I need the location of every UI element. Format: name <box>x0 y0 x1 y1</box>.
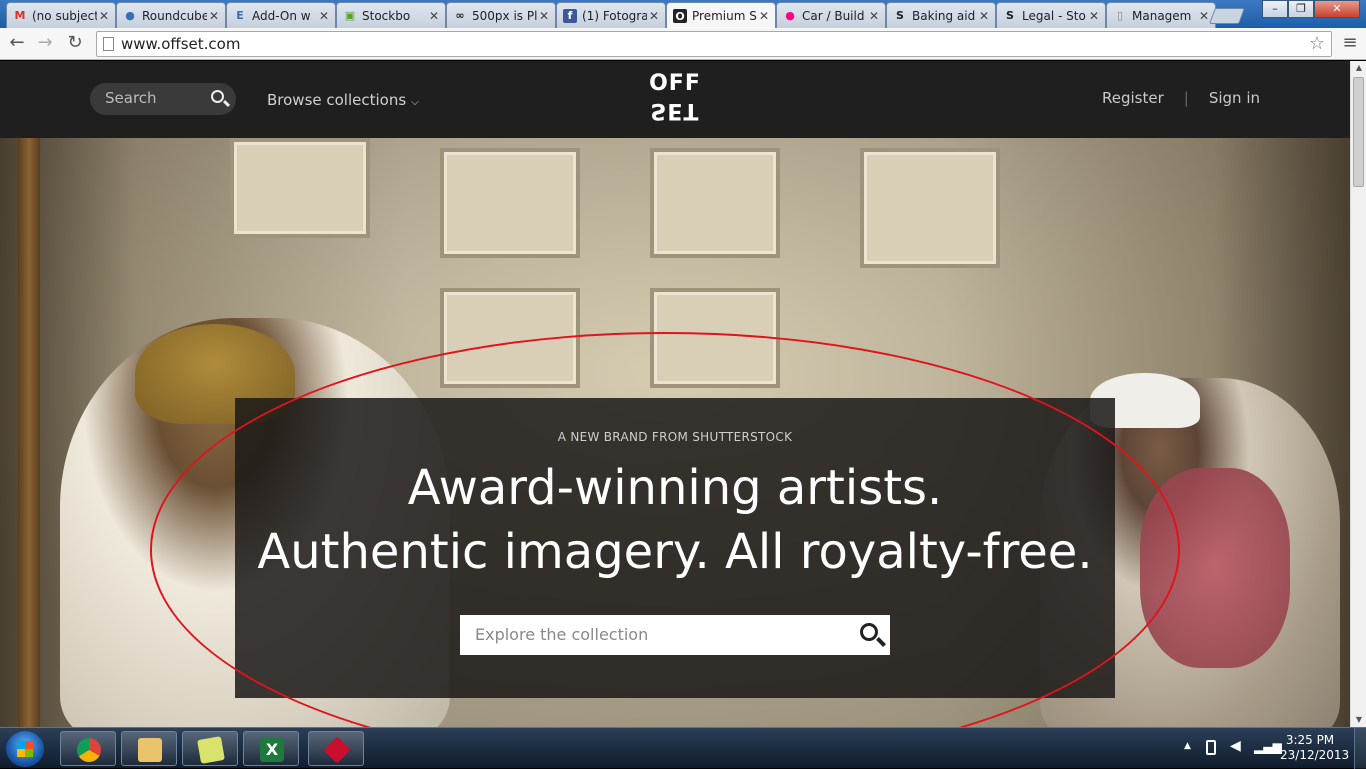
show-desktop-button[interactable] <box>1354 728 1366 769</box>
close-icon[interactable]: ✕ <box>647 9 661 23</box>
offset-logo[interactable]: OFF SET <box>644 71 706 125</box>
header-links: Register | Sign in <box>1102 89 1260 107</box>
door-panel <box>650 148 780 258</box>
volume-icon[interactable]: ◀ <box>1230 738 1241 754</box>
start-button[interactable] <box>6 731 44 767</box>
windows-taskbar: X ▲ ◀ ▂▄▆ 3:25 PM 23/12/2013 <box>0 727 1366 769</box>
close-icon[interactable]: ✕ <box>1197 9 1211 23</box>
sign-in-link[interactable]: Sign in <box>1209 89 1260 107</box>
network-icon[interactable]: ▂▄▆ <box>1254 740 1282 754</box>
close-icon[interactable]: ✕ <box>977 9 991 23</box>
bookmark-star-icon[interactable]: ☆ <box>1309 32 1325 56</box>
browse-collections-menu[interactable]: Browse collections ⌵ <box>267 91 419 109</box>
tab-10[interactable]: ▯ Managem ✕ <box>1106 2 1216 28</box>
logo-bottom: SET <box>650 98 700 123</box>
power-icon[interactable] <box>1206 740 1216 755</box>
browse-collections-label: Browse collections <box>267 91 407 109</box>
tab-3[interactable]: ▣ Stockbo ✕ <box>336 2 446 28</box>
tab-6-active[interactable]: O Premium S ✕ <box>666 2 776 29</box>
notes-taskbar-button[interactable] <box>182 731 238 766</box>
shutterstock-icon: S <box>896 9 904 22</box>
maximize-button[interactable]: ❐ <box>1288 0 1314 18</box>
app-taskbar-button[interactable] <box>308 731 364 766</box>
clock-date: 23/12/2013 <box>1280 748 1350 762</box>
search-icon[interactable] <box>211 90 224 103</box>
url-text: www.offset.com <box>121 35 241 53</box>
tab-1[interactable]: ● Roundcube ✕ <box>116 2 226 28</box>
chrome-taskbar-button[interactable] <box>60 731 116 766</box>
header-separator: | <box>1183 89 1189 107</box>
system-clock[interactable]: 3:25 PM 23/12/2013 <box>1280 733 1350 763</box>
browser-toolbar: ← → ↻ www.offset.com ☆ ≡ <box>0 28 1366 60</box>
reload-icon[interactable]: ↻ <box>64 33 86 55</box>
minimize-button[interactable]: – <box>1262 0 1288 18</box>
window-controls: – ❐ ✕ <box>1262 0 1360 18</box>
tab-4[interactable]: ∞ 500px is Pl ✕ <box>446 2 556 28</box>
close-icon[interactable]: ✕ <box>317 9 331 23</box>
close-icon[interactable]: ✕ <box>537 9 551 23</box>
scroll-down-icon[interactable]: ▼ <box>1351 713 1366 727</box>
site-search-input[interactable]: Search <box>90 83 236 115</box>
flickr-icon: ● <box>785 9 795 22</box>
gmail-icon: M <box>14 9 26 22</box>
close-icon[interactable]: ✕ <box>757 9 771 23</box>
new-tab-button[interactable] <box>1209 8 1245 24</box>
hero-photo: A NEW BRAND FROM SHUTTERSTOCK Award-winn… <box>0 138 1350 727</box>
page-icon: ▯ <box>1116 9 1124 22</box>
back-icon[interactable]: ← <box>6 33 28 55</box>
tab-5[interactable]: f (1) Fotogra ✕ <box>556 2 666 28</box>
tab-strip: M (no subject) ✕ ● Roundcube ✕ E Add-On w ✕ ▣ S… <box>0 0 1366 29</box>
close-icon[interactable]: ✕ <box>207 9 221 23</box>
500px-icon: ∞ <box>455 9 465 22</box>
chrome-icon <box>77 738 101 762</box>
close-icon[interactable]: ✕ <box>97 9 111 23</box>
scroll-up-icon[interactable]: ▲ <box>1351 61 1366 75</box>
tab-0[interactable]: M (no subject) ✕ <box>6 2 116 28</box>
close-icon[interactable]: ✕ <box>1087 9 1101 23</box>
close-icon[interactable]: ✕ <box>427 9 441 23</box>
clock-time: 3:25 PM <box>1285 733 1335 747</box>
site-search-placeholder: Search <box>105 89 157 107</box>
excel-taskbar-button[interactable]: X <box>243 731 299 766</box>
tab-2[interactable]: E Add-On w ✕ <box>226 2 336 28</box>
tray-overflow-icon[interactable]: ▲ <box>1184 741 1191 751</box>
browser-window: M (no subject) ✕ ● Roundcube ✕ E Add-On w ✕ ▣ S… <box>0 0 1366 769</box>
page-icon <box>103 37 114 51</box>
site-header: Search Browse collections ⌵ OFF SET Regis… <box>0 61 1350 138</box>
stockbox-icon: ▣ <box>344 9 356 22</box>
ruby-icon <box>323 736 351 764</box>
offset-icon: O <box>673 9 687 23</box>
vertical-scrollbar[interactable]: ▲ ▼ <box>1350 61 1366 727</box>
scrollbar-thumb[interactable] <box>1353 77 1364 187</box>
wooden-staff <box>18 138 40 727</box>
tab-8[interactable]: S Baking aid ✕ <box>886 2 996 28</box>
door-panel <box>860 148 1000 268</box>
tab-7[interactable]: ● Car / Build ✕ <box>776 2 886 28</box>
page-viewport: Search Browse collections ⌵ OFF SET Regis… <box>0 61 1350 727</box>
register-link[interactable]: Register <box>1102 89 1164 107</box>
roundcube-icon: ● <box>125 9 135 22</box>
door-panel <box>440 148 580 258</box>
chevron-down-icon: ⌵ <box>411 97 419 108</box>
address-bar[interactable]: www.offset.com ☆ <box>96 31 1332 57</box>
folder-icon <box>138 738 162 762</box>
window-close-button[interactable]: ✕ <box>1314 0 1360 18</box>
e-icon: E <box>236 9 244 22</box>
menu-icon[interactable]: ≡ <box>1340 32 1360 54</box>
sticky-notes-icon <box>197 736 225 764</box>
forward-icon[interactable]: → <box>34 33 56 55</box>
logo-top: OFF <box>649 71 701 96</box>
shutterstock-icon: S <box>1006 9 1014 22</box>
door-panel <box>230 138 370 238</box>
close-icon[interactable]: ✕ <box>867 9 881 23</box>
excel-icon: X <box>260 738 284 762</box>
facebook-icon: f <box>563 8 577 23</box>
tab-9[interactable]: S Legal - Sto ✕ <box>996 2 1106 28</box>
explorer-taskbar-button[interactable] <box>121 731 177 766</box>
